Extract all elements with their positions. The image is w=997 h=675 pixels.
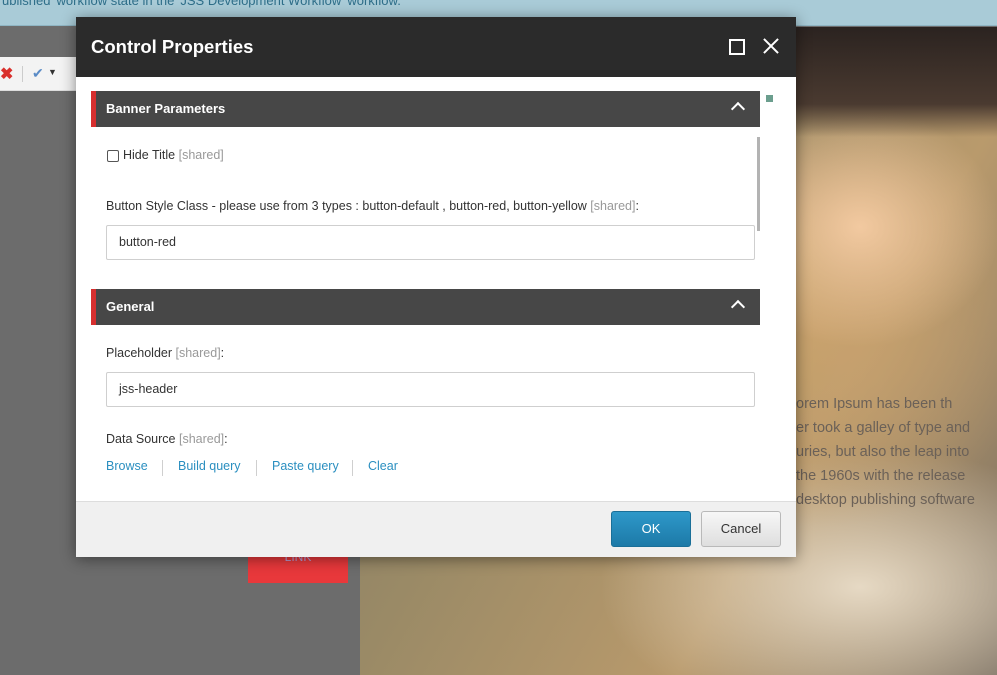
maximize-icon[interactable] [729,39,745,55]
button-style-input[interactable]: button-red [106,225,755,260]
lorem-line: orem Ipsum has been th [796,396,953,412]
paste-query-link[interactable]: Paste query [272,459,339,473]
banner-link-button[interactable]: LINK [248,550,348,583]
lorem-line: uries, but also the leap into [796,444,970,460]
button-style-text: Button Style Class - please use from 3 t… [106,199,587,213]
lorem-line: er took a galley of type and [796,420,971,436]
section-title: Banner Parameters [106,101,226,116]
close-icon[interactable] [760,35,782,57]
shared-tag: [shared] [590,199,636,213]
label-colon: : [224,432,228,446]
browse-link[interactable]: Browse [106,459,148,473]
section-title: General [106,299,155,314]
chevron-up-icon[interactable] [730,299,746,315]
datasource-text: Data Source [106,432,176,446]
lorem-line: the 1960s with the release [796,468,966,484]
lorem-line: desktop publishing software [796,492,975,508]
label-colon: : [635,199,639,213]
scrollbar-thumb[interactable] [757,137,760,231]
lorem-text: orem Ipsum has been th er took a galley … [796,392,997,512]
shared-tag: [shared] [178,432,225,446]
clear-link[interactable]: Clear [368,459,398,473]
control-properties-dialog: Control Properties Banner Parameters Hid… [76,17,796,557]
section-general[interactable]: General [91,289,760,325]
link-separator [352,460,353,476]
ok-button[interactable]: OK [611,511,691,547]
shared-tag: [shared] [178,148,224,162]
dialog-body: Banner Parameters Hide Title [shared] Bu… [76,77,796,501]
placeholder-label: Placeholder [shared]: [106,346,224,360]
link-separator [256,460,257,476]
section-banner-parameters[interactable]: Banner Parameters [91,91,760,127]
chevron-down-icon[interactable]: ▼ [48,67,57,77]
placeholder-text: Placeholder [106,346,173,360]
toolbar-separator [22,66,23,82]
dialog-title: Control Properties [91,36,254,57]
hide-title-text: Hide Title [123,148,176,162]
link-separator [162,460,163,476]
datasource-label: Data Source [shared]: [106,432,228,446]
checklist-icon[interactable]: ✔ [32,65,44,82]
hide-title-label: Hide Title [shared] [123,148,224,162]
cancel-button[interactable]: Cancel [701,511,781,547]
button-style-label: Button Style Class - please use from 3 t… [106,199,639,213]
dialog-footer: OK Cancel [76,501,796,557]
label-colon: : [220,346,225,360]
shared-tag: [shared] [175,346,221,360]
scroll-indicator [766,95,773,102]
chevron-up-icon[interactable] [730,101,746,117]
editor-toolbar: ✖ ✔ ▼ [0,57,80,91]
dialog-header: Control Properties [76,17,796,77]
workflow-notice-text: ublished' workflow state in the 'JSS Dev… [2,0,401,8]
hide-title-checkbox[interactable] [107,150,119,162]
placeholder-input[interactable]: jss-header [106,372,755,407]
build-query-link[interactable]: Build query [178,459,241,473]
delete-icon[interactable]: ✖ [0,64,13,84]
